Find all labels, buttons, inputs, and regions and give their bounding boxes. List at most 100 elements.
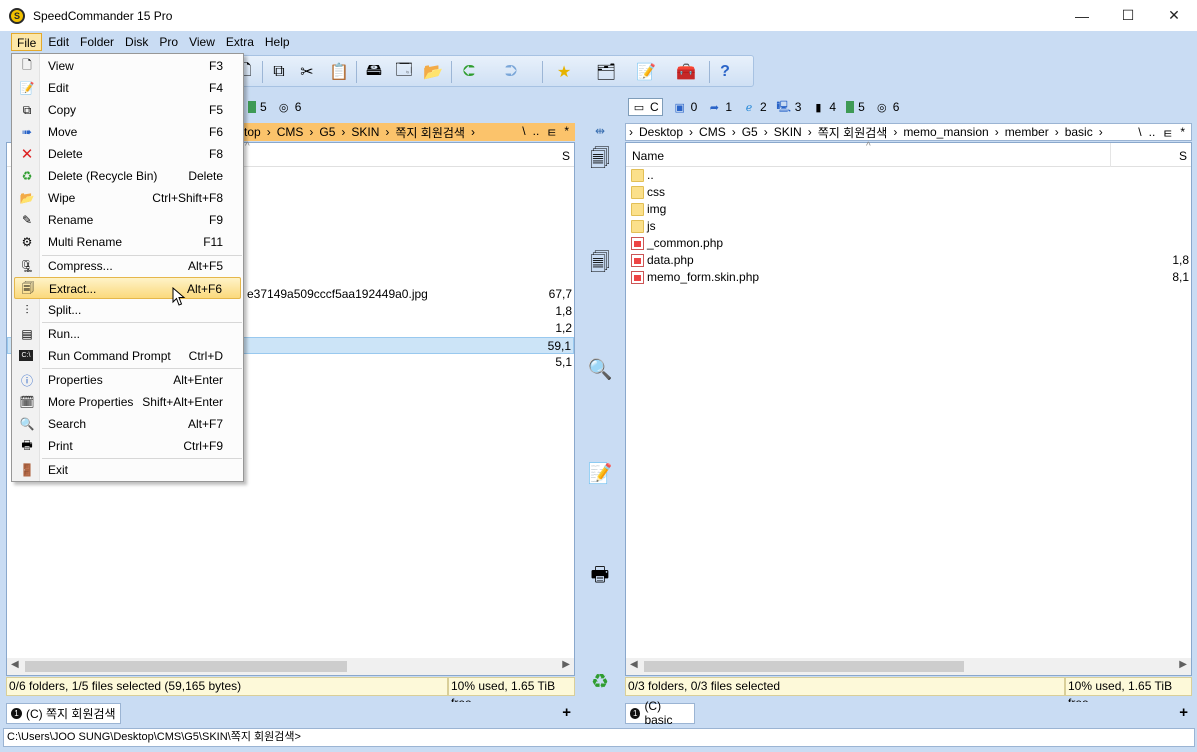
right-drive-2[interactable]: ℯ2 bbox=[742, 100, 767, 114]
menu-item-exit[interactable]: 🚪 Exit bbox=[14, 459, 241, 481]
path-crumb[interactable]: Desktop bbox=[639, 125, 683, 139]
path-crumb[interactable]: member bbox=[1005, 125, 1049, 139]
menu-item-multi-rename[interactable]: ⚙ Multi Rename F11 bbox=[14, 231, 241, 253]
right-drive-1[interactable]: ➦ 1 bbox=[707, 100, 732, 114]
tb-paste-icon[interactable]: 📋 bbox=[327, 60, 351, 84]
tb-tools-icon[interactable]: 🧰 bbox=[674, 60, 698, 84]
table-row[interactable]: img bbox=[626, 201, 1191, 218]
menu-extra[interactable]: Extra bbox=[221, 33, 259, 51]
left-drive-5[interactable]: 5 bbox=[248, 100, 267, 114]
filter-button[interactable]: * bbox=[1180, 125, 1185, 140]
menu-folder[interactable]: Folder bbox=[75, 33, 119, 51]
menu-item-compress[interactable]: 🗜 Compress... Alt+F5 bbox=[14, 255, 241, 277]
scroll-right-icon[interactable]: ▶ bbox=[1179, 659, 1187, 670]
right-path-bar[interactable]: › Desktop › CMS › G5 › SKIN › 쪽지 회원검색 › … bbox=[625, 123, 1192, 141]
tb-cut-icon[interactable]: ✂ bbox=[295, 60, 319, 84]
menu-item-move[interactable]: ➠ Move F6 bbox=[14, 121, 241, 143]
right-drive-3[interactable]: 🖳 3 bbox=[776, 100, 801, 114]
tb-folder-open-icon[interactable]: 📂 bbox=[421, 60, 445, 84]
menu-item-view[interactable]: 🗋 View F3 bbox=[14, 55, 241, 77]
table-row[interactable]: .. bbox=[626, 167, 1191, 184]
scroll-left-icon[interactable]: ◀ bbox=[11, 659, 19, 670]
menu-file[interactable]: File bbox=[11, 33, 43, 51]
menu-item-split[interactable]: ⫶ Split... bbox=[14, 299, 241, 321]
path-crumb[interactable]: G5 bbox=[319, 125, 335, 139]
menu-item-edit[interactable]: 📝 Edit F4 bbox=[14, 77, 241, 99]
right-drive-6[interactable]: ◎ 6 bbox=[875, 100, 900, 114]
tb-back-icon[interactable]: ⮈ bbox=[457, 60, 481, 84]
path-crumb[interactable]: CMS bbox=[699, 125, 726, 139]
left-drive-6[interactable]: ◎ 6 bbox=[277, 100, 302, 114]
menu-item-extract[interactable]: 🗐 Extract... Alt+F6 bbox=[14, 277, 241, 299]
swap-panels-icon[interactable]: ⇹ bbox=[586, 123, 614, 139]
root-button[interactable]: \ bbox=[1138, 125, 1141, 140]
path-crumb[interactable]: SKIN bbox=[774, 125, 802, 139]
menu-item-more-properties[interactable]: 🗓 More Properties Shift+Alt+Enter bbox=[14, 391, 241, 413]
menu-help[interactable]: Help bbox=[260, 33, 295, 51]
scroll-thumb[interactable] bbox=[25, 661, 347, 672]
column-size[interactable]: S bbox=[1179, 149, 1187, 163]
tb-tree-icon[interactable]: 🗂 bbox=[594, 60, 618, 84]
maximize-button[interactable]: ☐ bbox=[1105, 0, 1151, 31]
right-hscrollbar[interactable]: ◀ ▶ bbox=[626, 658, 1191, 675]
menu-item-copy[interactable]: ⧉ Copy F5 bbox=[14, 99, 241, 121]
path-crumb[interactable]: 쪽지 회원검색 bbox=[395, 124, 465, 141]
root-button[interactable]: \ bbox=[522, 124, 525, 141]
path-crumb[interactable]: CMS bbox=[277, 125, 304, 139]
menu-disk[interactable]: Disk bbox=[120, 33, 153, 51]
right-drive-c[interactable]: ▭ C bbox=[628, 98, 663, 116]
table-row[interactable]: css bbox=[626, 184, 1191, 201]
column-size[interactable]: S bbox=[562, 149, 570, 163]
path-crumb[interactable]: memo_mansion bbox=[903, 125, 988, 139]
tb-drive-icon[interactable]: 🖴 bbox=[362, 60, 386, 84]
menu-item-run-cmd[interactable]: C:\ Run Command Prompt Ctrl+D bbox=[14, 345, 241, 367]
add-tab-button[interactable]: + bbox=[562, 704, 571, 721]
parent-button[interactable]: .. bbox=[1149, 125, 1156, 140]
right-tab[interactable]: 1 (C) basic bbox=[625, 699, 695, 727]
copy-files-icon[interactable]: 🗐 bbox=[586, 147, 614, 175]
left-tab[interactable]: 1 (C) 쪽지 회원검색 bbox=[6, 702, 121, 724]
left-path-bar[interactable]: ktop › CMS › G5 › SKIN › 쪽지 회원검색 › \ .. … bbox=[238, 123, 575, 141]
scroll-right-icon[interactable]: ▶ bbox=[562, 659, 570, 670]
table-row[interactable]: js bbox=[626, 218, 1191, 235]
path-crumb[interactable]: basic bbox=[1065, 125, 1093, 139]
view-file-icon[interactable]: 🔍 bbox=[586, 355, 614, 383]
column-name[interactable]: Name bbox=[632, 149, 664, 163]
edit-file-icon[interactable]: 📝 bbox=[586, 459, 614, 487]
right-file-panel[interactable]: Name ^ S .. css img js _common.php data.… bbox=[625, 141, 1192, 676]
menu-item-delete[interactable]: ✕ Delete F8 bbox=[14, 143, 241, 165]
right-drive-4[interactable]: ▮ 4 bbox=[811, 100, 836, 114]
menu-item-search[interactable]: 🔍 Search Alt+F7 bbox=[14, 413, 241, 435]
tb-forward-icon[interactable]: ⮊ bbox=[499, 60, 523, 84]
move-files-icon[interactable]: 🗐 bbox=[586, 251, 614, 279]
close-button[interactable]: ✕ bbox=[1151, 0, 1197, 31]
menu-item-wipe[interactable]: 📂 Wipe Ctrl+Shift+F8 bbox=[14, 187, 241, 209]
path-crumb[interactable]: G5 bbox=[742, 125, 758, 139]
menu-edit[interactable]: Edit bbox=[43, 33, 74, 51]
minimize-button[interactable]: — bbox=[1059, 0, 1105, 31]
command-line-input[interactable]: C:\Users\JOO SUNG\Desktop\CMS\G5\SKIN\쪽지… bbox=[3, 728, 1195, 747]
tb-help-icon[interactable]: ? bbox=[713, 60, 737, 84]
parent-button[interactable]: .. bbox=[533, 124, 540, 141]
right-drive-0[interactable]: ▣ 0 bbox=[673, 100, 697, 114]
scroll-thumb[interactable] bbox=[644, 661, 964, 672]
menu-item-properties[interactable]: ⓘ Properties Alt+Enter bbox=[14, 369, 241, 391]
table-row[interactable]: _common.php bbox=[626, 235, 1191, 252]
right-drive-5[interactable]: 5 bbox=[846, 100, 865, 114]
path-crumb[interactable]: SKIN bbox=[351, 125, 379, 139]
menu-item-print[interactable]: 🖶 Print Ctrl+F9 bbox=[14, 435, 241, 457]
tb-window-icon[interactable]: 🗔 bbox=[392, 60, 416, 84]
table-row[interactable]: memo_form.skin.php 8,1 bbox=[626, 269, 1191, 286]
scroll-left-icon[interactable]: ◀ bbox=[630, 659, 638, 670]
menu-item-rename[interactable]: ✎ Rename F9 bbox=[14, 209, 241, 231]
recycle-bin-icon[interactable]: ♻ bbox=[586, 667, 614, 695]
filter-button[interactable]: * bbox=[564, 124, 569, 141]
table-row[interactable]: data.php 1,8 bbox=[626, 252, 1191, 269]
path-crumb[interactable]: 쪽지 회원검색 bbox=[818, 124, 888, 140]
print-file-icon[interactable]: 🖶 bbox=[586, 563, 614, 591]
add-tab-button[interactable]: + bbox=[1179, 704, 1188, 721]
tb-copy-icon[interactable]: ⧉ bbox=[267, 60, 291, 84]
menu-pro[interactable]: Pro bbox=[154, 33, 183, 51]
tree-button[interactable]: ㅌ bbox=[546, 124, 557, 141]
left-hscrollbar[interactable]: ◀ ▶ bbox=[7, 658, 574, 675]
